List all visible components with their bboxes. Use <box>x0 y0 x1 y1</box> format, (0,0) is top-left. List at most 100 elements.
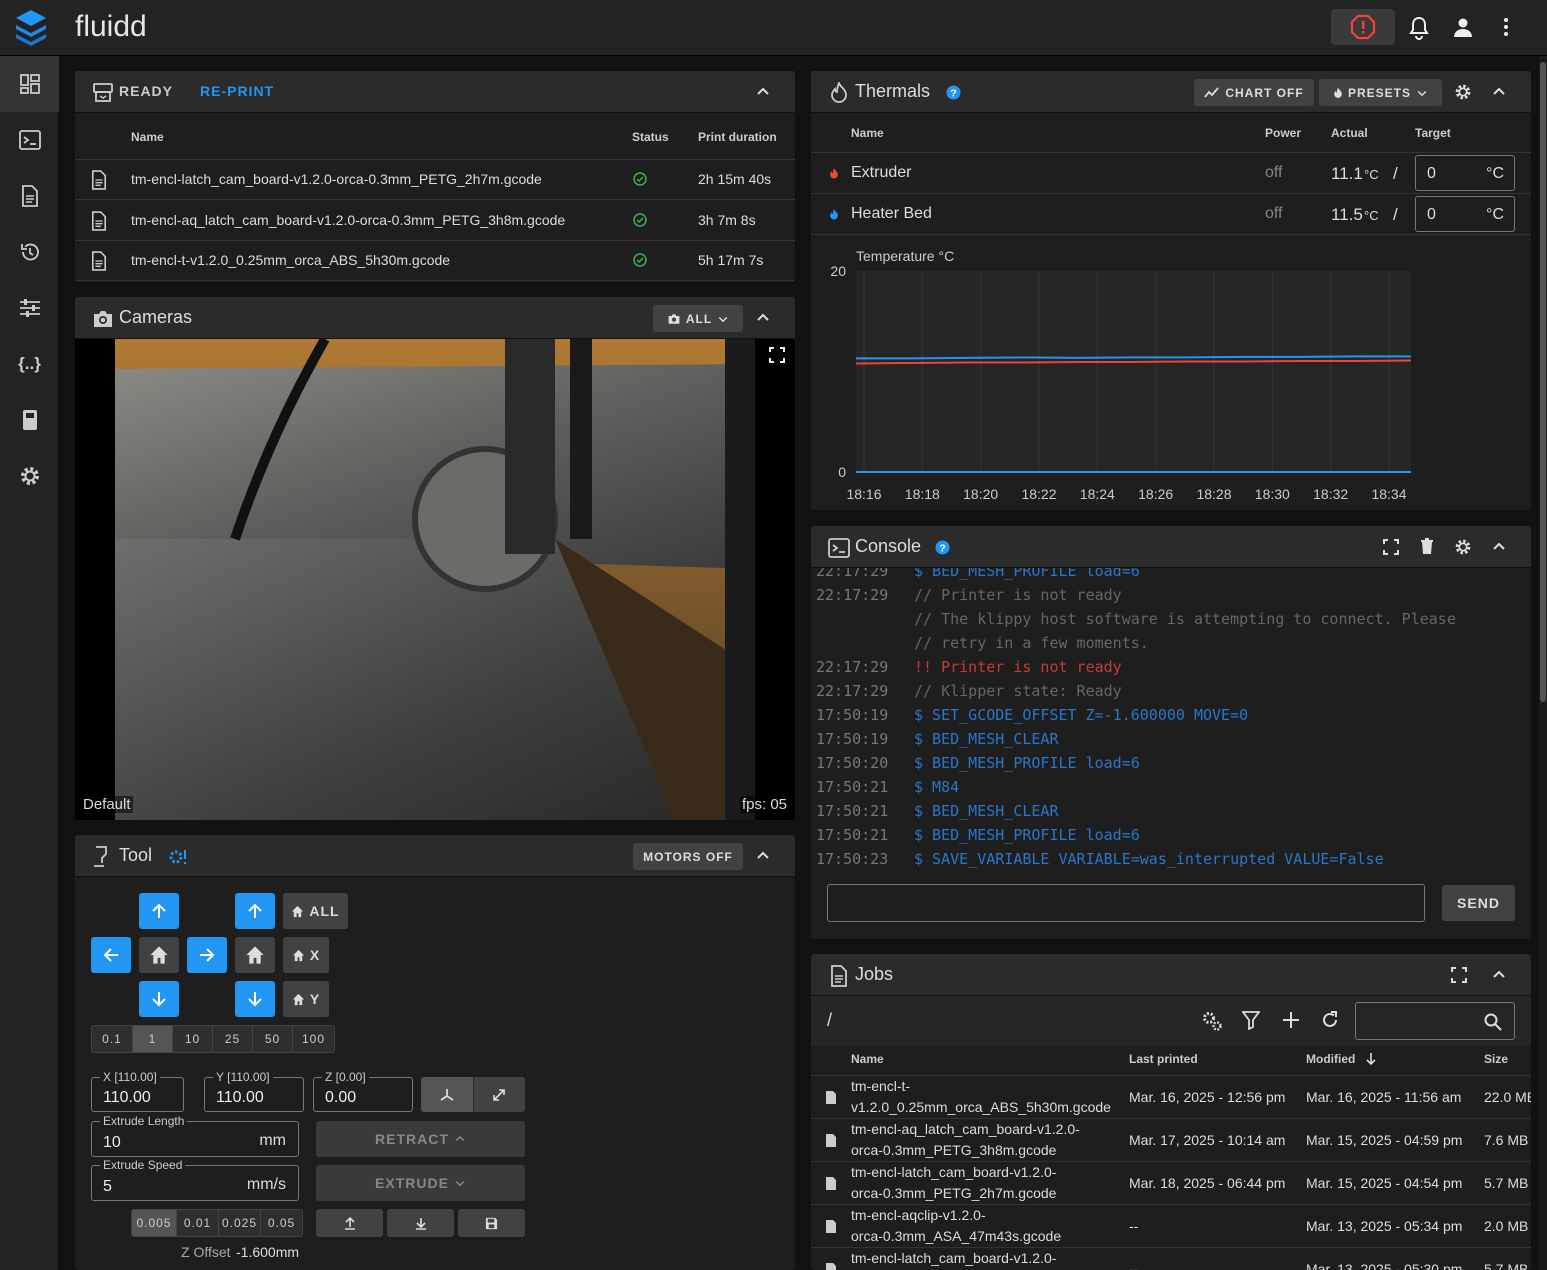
z-step-option[interactable]: 0.05 <box>260 1210 302 1236</box>
console-settings-gear-icon[interactable] <box>1454 538 1472 556</box>
absolute-mode-button[interactable] <box>421 1077 473 1112</box>
tab-reprint[interactable]: RE-PRINT <box>200 83 274 99</box>
chart-y-tick: 20 <box>830 263 846 279</box>
jog-step-option[interactable]: 50 <box>252 1026 292 1052</box>
console-command-input[interactable] <box>827 884 1425 922</box>
refresh-icon[interactable] <box>1321 1011 1339 1029</box>
notifications-bell-icon[interactable] <box>1408 16 1430 40</box>
fullscreen-icon[interactable] <box>1451 967 1467 983</box>
extrude-label: EXTRUDE <box>375 1175 449 1191</box>
send-button[interactable]: SEND <box>1442 885 1515 921</box>
collapse-chevron-up-icon[interactable] <box>755 84 771 100</box>
collapse-chevron-up-icon[interactable] <box>755 310 771 326</box>
reprint-row[interactable]: tm-encl-aq_latch_cam_board-v1.2.0-orca-0… <box>75 201 795 241</box>
collapse-chevron-up-icon[interactable] <box>1491 967 1507 983</box>
home-all-button[interactable]: ALL <box>283 893 348 929</box>
nav-console-icon[interactable] <box>0 112 59 168</box>
collapse-chevron-up-icon[interactable] <box>755 848 771 864</box>
more-menu-icon[interactable] <box>1500 16 1512 38</box>
nav-dashboard-icon[interactable] <box>0 56 59 112</box>
clear-trash-icon[interactable] <box>1420 538 1434 555</box>
jog-step-option[interactable]: 1 <box>132 1026 172 1052</box>
page-scrollbar[interactable] <box>1539 56 1547 1270</box>
extrude-button[interactable]: EXTRUDE <box>316 1165 525 1201</box>
x-position-field[interactable]: X [110.00] 110.00 <box>91 1070 184 1112</box>
user-account-icon[interactable] <box>1452 16 1474 38</box>
reprint-row[interactable]: tm-encl-t-v1.2.0_0.25mm_orca_ABS_5h30m.g… <box>75 241 795 281</box>
col-header-name[interactable]: Name <box>131 130 164 144</box>
z-offset-up-button[interactable] <box>316 1209 383 1237</box>
extrude-length-field[interactable]: Extrude Length 10 mm <box>91 1114 299 1157</box>
camera-feed[interactable]: Default fps: 05 <box>75 339 795 820</box>
col-header-status[interactable]: Status <box>632 130 669 144</box>
extrude-speed-field[interactable]: Extrude Speed 5 mm/s <box>91 1158 299 1201</box>
scrollbar-thumb[interactable] <box>1540 62 1546 702</box>
jobs-search-input[interactable] <box>1355 1002 1515 1040</box>
z-offset-save-button[interactable] <box>458 1209 525 1237</box>
fullscreen-icon[interactable] <box>769 347 785 363</box>
nav-settings-gear-icon[interactable] <box>0 448 59 504</box>
nav-device-icon[interactable] <box>0 392 59 448</box>
job-file-row[interactable]: tm-encl-aq_latch_cam_board-v1.2.0- orca-0… <box>811 1119 1531 1162</box>
heater-target-input[interactable]: 0 °C <box>1415 196 1515 232</box>
home-y-button[interactable]: Y <box>283 981 329 1017</box>
add-plus-icon[interactable] <box>1282 1011 1300 1029</box>
fullscreen-icon[interactable] <box>1383 539 1399 555</box>
help-icon[interactable]: ? <box>935 540 950 555</box>
fluidd-logo-icon[interactable] <box>14 8 48 46</box>
job-file-row[interactable]: tm-encl-latch_cam_board-v1.2.0- -- Mar. 13… <box>811 1248 1531 1270</box>
emergency-stop-button[interactable] <box>1331 9 1395 45</box>
jog-y-plus-button[interactable] <box>139 893 179 929</box>
col-header-last-printed[interactable]: Last printed <box>1129 1052 1198 1066</box>
z-step-option[interactable]: 0.005 <box>132 1210 176 1236</box>
nav-history-icon[interactable] <box>0 224 59 280</box>
help-icon[interactable]: ? <box>946 85 961 100</box>
camera-select-all-button[interactable]: ALL <box>653 305 743 332</box>
heater-name[interactable]: Extruder <box>851 164 911 182</box>
home-xy-button[interactable] <box>139 937 179 973</box>
gears-settings-icon[interactable] <box>1201 1010 1223 1032</box>
console-output[interactable]: 22:17:29 $ BED_MESH_PROFILE load=6 22:17:2… <box>811 568 1531 868</box>
collapse-chevron-up-icon[interactable] <box>1491 84 1507 100</box>
nav-files-icon[interactable] <box>0 168 59 224</box>
z-position-field[interactable]: Z [0.00] 0.00 <box>313 1070 413 1112</box>
heater-target-input[interactable]: 0 °C <box>1415 155 1515 191</box>
z-step-option[interactable]: 0.025 <box>218 1210 260 1236</box>
job-file-row[interactable]: tm-encl-aqclip-v1.2.0- orca-0.3mm_ASA_47m… <box>811 1205 1531 1248</box>
y-position-field[interactable]: Y [110.00] 110.00 <box>204 1070 304 1112</box>
collapse-chevron-up-icon[interactable] <box>1491 539 1507 555</box>
relative-mode-button[interactable] <box>472 1077 525 1112</box>
jog-z-minus-button[interactable] <box>235 981 275 1017</box>
filter-icon[interactable] <box>1242 1010 1260 1030</box>
jog-z-plus-button[interactable] <box>235 893 275 929</box>
sort-arrow-down-icon[interactable] <box>1365 1052 1377 1066</box>
chart-toggle-button[interactable]: CHART OFF <box>1194 79 1314 106</box>
breadcrumb-path[interactable]: / <box>827 1010 832 1031</box>
z-step-option[interactable]: 0.01 <box>176 1210 218 1236</box>
jog-step-option[interactable]: 10 <box>172 1026 212 1052</box>
retract-button[interactable]: RETRACT <box>316 1121 525 1157</box>
col-header-duration[interactable]: Print duration <box>698 130 777 144</box>
home-z-button[interactable] <box>235 937 275 973</box>
status-card: READY RE-PRINT Name Status Print duratio… <box>75 71 795 282</box>
nav-tune-icon[interactable] <box>0 280 59 336</box>
presets-button[interactable]: PRESETS <box>1319 79 1442 106</box>
job-file-row[interactable]: tm-encl-latch_cam_board-v1.2.0- orca-0.3m… <box>811 1162 1531 1205</box>
jog-step-option[interactable]: 0.1 <box>92 1026 132 1052</box>
jog-step-option[interactable]: 100 <box>292 1026 334 1052</box>
nav-macros-icon[interactable]: {..} <box>0 336 59 392</box>
thermals-settings-gear-icon[interactable] <box>1454 83 1472 101</box>
col-header-modified[interactable]: Modified <box>1306 1052 1355 1066</box>
col-header-name[interactable]: Name <box>851 1052 884 1066</box>
jog-x-minus-button[interactable] <box>91 937 131 973</box>
reprint-row[interactable]: tm-encl-latch_cam_board-v1.2.0-orca-0.3m… <box>75 160 795 200</box>
z-offset-down-button[interactable] <box>387 1209 454 1237</box>
jog-y-minus-button[interactable] <box>139 981 179 1017</box>
job-file-row[interactable]: tm-encl-t-v1.2.0_0.25mm_orca_ABS_5h30m.g… <box>811 1076 1531 1119</box>
motors-off-button[interactable]: MOTORS OFF <box>633 843 743 870</box>
home-x-button[interactable]: X <box>283 937 329 973</box>
jog-x-plus-button[interactable] <box>187 937 227 973</box>
heater-name[interactable]: Heater Bed <box>851 205 932 223</box>
jog-step-option[interactable]: 25 <box>212 1026 252 1052</box>
col-header-size[interactable]: Size <box>1484 1052 1508 1066</box>
